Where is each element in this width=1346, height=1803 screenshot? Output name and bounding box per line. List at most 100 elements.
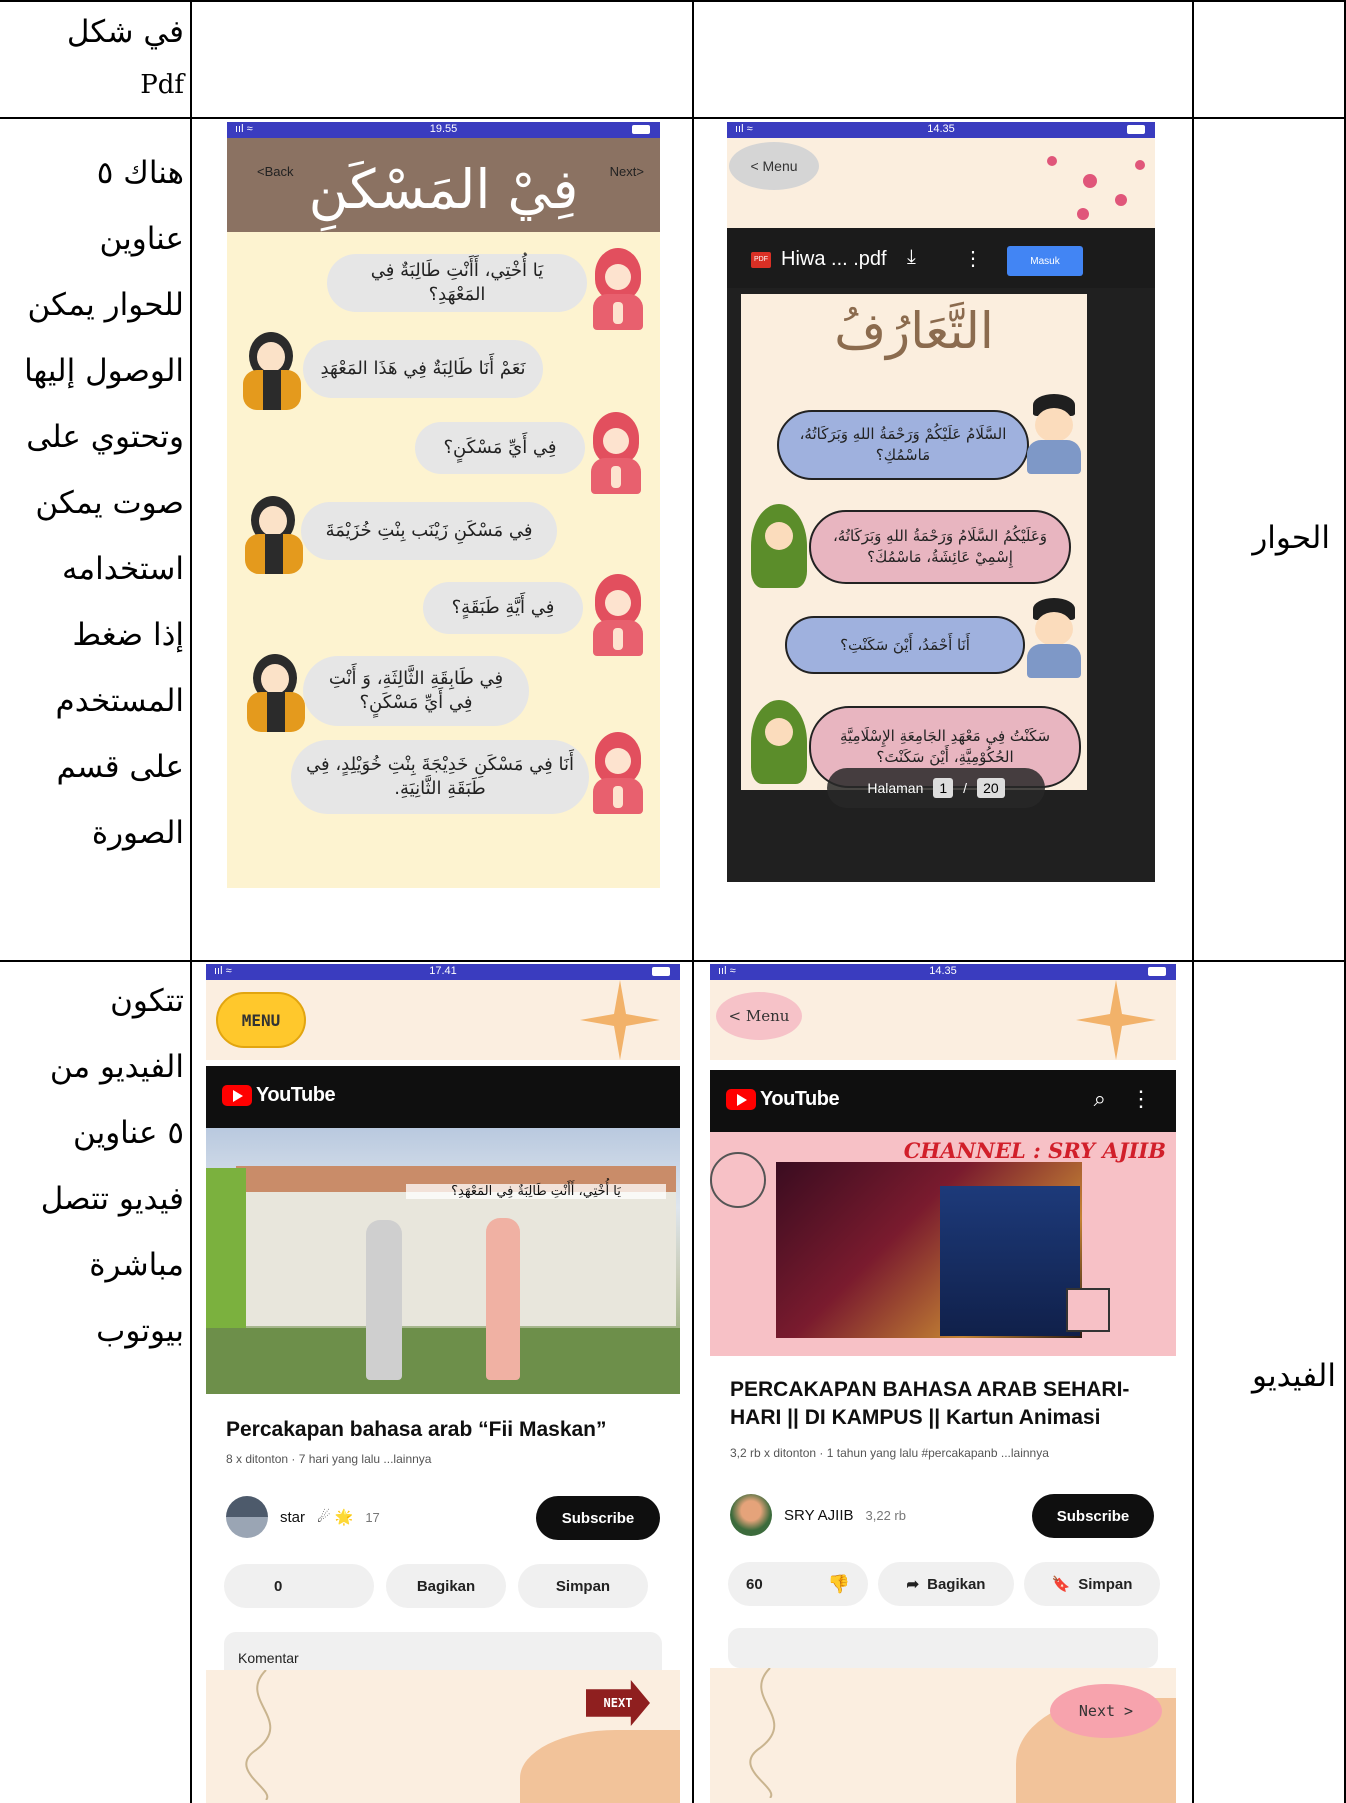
decor-dot	[1083, 174, 1097, 188]
dialog-bubble[interactable]: فِي مَسْكَنِ زَيْنَب بِنْتِ خُزَيْمَةَ	[301, 502, 557, 560]
decor-dot	[1115, 194, 1127, 206]
youtube-logo[interactable]: YouTube	[222, 1084, 336, 1107]
more-icon[interactable]: ⋮	[963, 246, 983, 271]
bookmark-icon: 🔖	[1051, 1576, 1071, 1593]
next-button[interactable]: NEXT	[586, 1680, 650, 1726]
girl-black-hair-speaker-icon[interactable]	[243, 330, 301, 410]
video-screenshot-2: ııl ≈ 14.35 < Menu YouTube ⌕ ⋮ CHANNEL :…	[710, 964, 1176, 1803]
app-bottom-decoration: NEXT	[206, 1670, 680, 1803]
masuk-button[interactable]: Masuk	[1007, 246, 1083, 276]
dialog-bubble: وَعَلَيْكُمُ السَّلَامُ وَرَحْمَةُ اللهِ…	[809, 510, 1071, 584]
dialog-bubble[interactable]: فِي طَابِقَةِ الثَّالِثَةِ، وَ أَنْتِ فِ…	[303, 656, 529, 726]
girl-speaker-icon[interactable]	[589, 574, 645, 656]
like-count[interactable]: 60	[746, 1576, 763, 1593]
dialog-bubble[interactable]: أَنَا فِي مَسْكَنِ خَدِيْجَةَ بِنْتِ خُو…	[291, 740, 589, 814]
column-divider	[692, 0, 694, 1803]
boy-speaker-icon	[1023, 598, 1083, 678]
desc-line: فيديو تتصل	[40, 1181, 184, 1217]
menu-button[interactable]: MENU	[216, 992, 306, 1048]
channel-row[interactable]: SRY AJIIB 3,22 rb	[730, 1494, 906, 1536]
menu-button[interactable]: < Menu	[716, 992, 802, 1040]
kaaba-image-overlay	[940, 1186, 1080, 1336]
youtube-header: YouTube ⌕ ⋮	[710, 1070, 1176, 1132]
column-divider	[1192, 0, 1194, 1803]
decor-dot	[1077, 208, 1089, 220]
status-time: 14.35	[929, 965, 957, 977]
menu-button[interactable]: < Menu	[729, 142, 819, 190]
video-title[interactable]: Percakapan bahasa arab “Fii Maskan”	[226, 1416, 670, 1444]
save-button[interactable]: Simpan	[518, 1564, 648, 1608]
pdf-toolbar: PDF Hiwa ... .pdf ⤓ ⋮ Masuk	[727, 228, 1155, 288]
youtube-label: YouTube	[256, 1084, 336, 1106]
girl-speaker-icon[interactable]	[589, 248, 645, 330]
battery-icon	[652, 967, 670, 976]
girl-black-hair-speaker-icon[interactable]	[245, 494, 303, 574]
channel-name[interactable]: SRY AJIIB	[784, 1507, 854, 1524]
row-divider	[0, 960, 1346, 962]
more-icon[interactable]: ⋮	[1130, 1086, 1152, 1112]
star-decoration-icon	[1076, 980, 1156, 1060]
desc-line: للحوار يمكن	[27, 287, 184, 323]
dialog-bubble[interactable]: فِي أَيِّ مَسْكَنٍ؟	[415, 422, 585, 474]
video-meta[interactable]: 8 x ditonton · 7 hari yang lalu ...lainn…	[226, 1452, 670, 1466]
share-button[interactable]: ➦ Bagikan	[878, 1562, 1014, 1606]
battery-icon	[632, 125, 650, 134]
channel-name[interactable]: star	[280, 1509, 305, 1526]
dialog-bubble[interactable]: نَعَمْ أَنَا طَالِبَةٌ فِي هَذَا المَعْه…	[303, 340, 543, 398]
thumbnail-caption: يَا أُخْتِي، أَأَنْتِ طَالِبَةٌ فِي المَ…	[406, 1184, 666, 1199]
youtube-logo[interactable]: YouTube	[726, 1088, 840, 1111]
app-top-decoration: < Menu	[727, 138, 1155, 228]
row0-description: في شكل Pdf	[4, 4, 184, 110]
desc-line: الفيديو من	[49, 1049, 184, 1085]
lesson-title: فِيْ المَسْكَنِ	[308, 158, 579, 221]
channel-avatar[interactable]	[226, 1496, 268, 1538]
video-screenshot-1: ııl ≈ 17.41 MENU YouTube يَا أُخْتِي، أَ…	[206, 964, 680, 1803]
girl-black-hair-speaker-icon[interactable]	[247, 652, 305, 732]
next-button[interactable]: Next >	[1050, 1684, 1162, 1738]
pdf-file-icon: PDF	[751, 252, 771, 268]
search-icon[interactable]: ⌕	[1094, 1086, 1106, 1112]
share-button[interactable]: Bagikan	[386, 1564, 506, 1608]
desc-line: المستخدم	[55, 683, 184, 719]
desc-line: ٥ عناوين	[72, 1115, 184, 1151]
dialog-bubble[interactable]: فِي أَيَّةِ طَبَقَةٍ؟	[423, 582, 583, 634]
desc-line: بيوتوب	[96, 1313, 184, 1349]
video-meta[interactable]: 3,2 rb x ditonton · 1 tahun yang lalu #p…	[730, 1446, 1166, 1460]
video-thumbnail[interactable]: يَا أُخْتِي، أَأَنْتِ طَالِبَةٌ فِي المَ…	[206, 1128, 680, 1394]
dialog-bubble[interactable]: يَا أُخْتِي، أَأَنْتِ طَالِبَةٌ فِي المَ…	[327, 254, 587, 312]
column-divider	[190, 0, 192, 1803]
character-left	[366, 1220, 402, 1380]
row1-description: هناك ٥ عناوين للحوار يمكن الوصول إليها و…	[4, 140, 184, 866]
subscribe-button[interactable]: Subscribe	[536, 1496, 660, 1540]
page-label: Halaman	[867, 780, 924, 796]
dislike-icon[interactable]: 👎	[828, 1574, 850, 1595]
next-button[interactable]: Next>	[610, 164, 644, 179]
save-button[interactable]: 🔖 Simpan	[1024, 1562, 1160, 1606]
comments-box[interactable]	[728, 1628, 1158, 1668]
star-decoration-icon	[580, 980, 660, 1060]
download-icon[interactable]: ⤓	[907, 246, 916, 269]
desc-line: استخدامه	[61, 551, 184, 587]
app-top-decoration: < Menu	[710, 980, 1176, 1060]
share-label: Bagikan	[927, 1575, 986, 1593]
swirl-decoration-icon	[749, 1668, 776, 1798]
status-time: 14.35	[927, 123, 955, 135]
decor-dot	[1135, 160, 1145, 170]
subscribe-button[interactable]: Subscribe	[1032, 1494, 1154, 1538]
app-bottom-decoration: Next >	[710, 1668, 1176, 1803]
status-bar: ııl ≈ 14.35	[710, 964, 1176, 980]
youtube-label: YouTube	[760, 1088, 840, 1110]
like-button[interactable]: 0	[224, 1564, 374, 1608]
girl-speaker-icon[interactable]	[589, 732, 645, 814]
video-thumbnail[interactable]: CHANNEL : SRY AJIIB	[710, 1132, 1176, 1356]
channel-row[interactable]: star ☄ 🌟 17	[226, 1496, 380, 1538]
channel-avatar[interactable]	[730, 1494, 772, 1536]
page-number[interactable]: 1	[933, 778, 954, 798]
video-title[interactable]: PERCAKAPAN BAHASA ARAB SEHARI-HARI || DI…	[730, 1376, 1166, 1433]
action-row: 0 Bagikan Simpan	[224, 1564, 680, 1608]
row-divider	[0, 117, 1346, 119]
status-bar: ııl ≈ 19.55	[227, 122, 660, 138]
desc-line: عناوين	[99, 221, 185, 257]
girl-speaker-icon[interactable]	[587, 412, 643, 494]
pdf-page[interactable]: التَّعَارُفُ السَّلَامُ عَلَيْكُمْ وَرَح…	[741, 294, 1087, 790]
